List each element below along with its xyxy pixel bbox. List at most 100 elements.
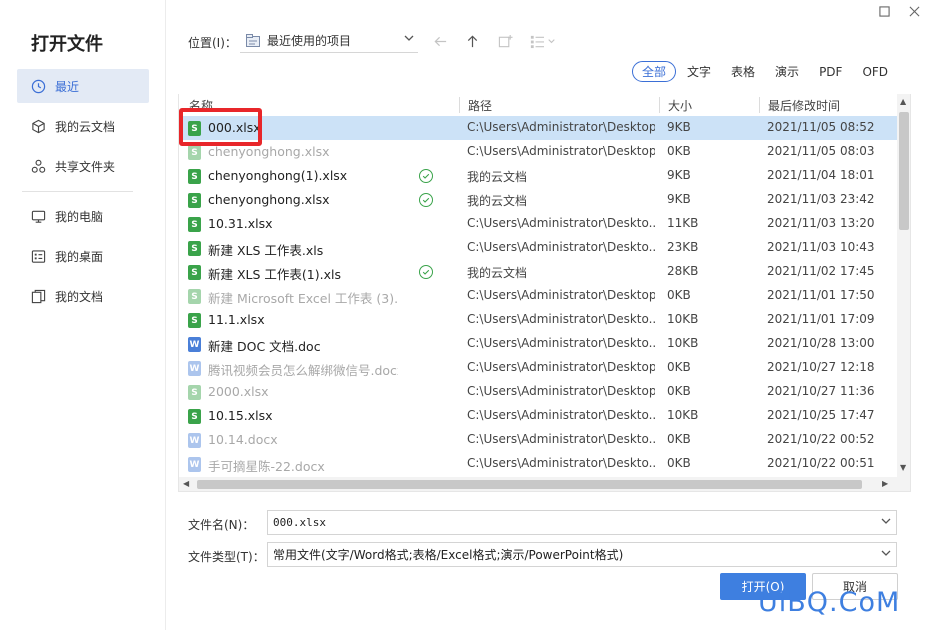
documents-icon bbox=[30, 288, 46, 304]
filename-input[interactable]: 000.xlsx bbox=[267, 510, 897, 535]
view-mode-button[interactable] bbox=[528, 31, 560, 51]
filetype-select[interactable]: 常用文件(文字/Word格式;表格/Excel格式;演示/PowerPoint格… bbox=[267, 542, 897, 567]
excel-sheet-icon: S bbox=[188, 241, 201, 256]
column-header-size[interactable]: 大小 bbox=[668, 97, 692, 114]
file-path: C:\Users\Administrator\Desktop bbox=[467, 360, 655, 374]
scroll-up-icon[interactable]: ▲ bbox=[900, 97, 906, 106]
sidebar-item-cloud-docs[interactable]: 我的云文档 bbox=[17, 109, 149, 143]
scroll-right-icon[interactable]: ▶ bbox=[882, 479, 888, 488]
new-folder-button[interactable] bbox=[495, 31, 515, 51]
excel-sheet-icon: S bbox=[188, 217, 201, 232]
chevron-down-icon[interactable] bbox=[881, 518, 891, 524]
file-row[interactable]: S 新建 XLS 工作表(1).xls 我的云文档 28KB 2021/11/02 17… bbox=[179, 260, 897, 284]
sidebar-item-label: 我的文档 bbox=[55, 289, 104, 304]
sidebar-item-my-documents[interactable]: 我的文档 bbox=[17, 279, 149, 313]
file-size: 10KB bbox=[667, 312, 699, 326]
filter-pdf[interactable]: PDF bbox=[810, 61, 851, 82]
word-doc-icon: W bbox=[188, 337, 201, 352]
column-header-path[interactable]: 路径 bbox=[468, 97, 492, 114]
file-modified: 2021/11/03 10:43 bbox=[767, 240, 875, 254]
file-row[interactable]: S 2000.xlsx C:\Users\Administrator\Desktop… bbox=[179, 380, 897, 404]
file-row[interactable]: Schenyonghong.xlsx C:\Users\Administrator… bbox=[179, 140, 897, 164]
filter-sheet[interactable]: 表格 bbox=[722, 61, 764, 82]
file-row[interactable]: S 10.15.xlsx C:\Users\Administrator\Deskto… bbox=[179, 404, 897, 428]
file-row[interactable]: Schenyonghong.xlsx 我的云文档 9KB 2021/11/03 23:… bbox=[179, 188, 897, 212]
file-path: C:\Users\Administrator\Desktop bbox=[467, 288, 655, 302]
file-size: 28KB bbox=[667, 264, 699, 278]
file-row[interactable]: S 新建 XLS 工作表.xls C:\Users\Administrator\De… bbox=[179, 236, 897, 260]
sidebar: 打开文件 最近 我的云文档 共享文件夹 我的电脑 我的桌面 我的文档 bbox=[0, 0, 166, 630]
location-label: 位置(I)： bbox=[188, 36, 237, 50]
arrow-up-icon bbox=[467, 34, 477, 47]
cloud-synced-check-icon bbox=[419, 169, 433, 183]
file-modified: 2021/11/03 23:42 bbox=[767, 192, 875, 206]
file-path: C:\Users\Administrator\Desktop bbox=[467, 120, 655, 134]
file-row[interactable]: W 10.14.docx C:\Users\Administrator\Deskto… bbox=[179, 428, 897, 452]
monitor-icon bbox=[30, 208, 46, 224]
word-doc-icon: W bbox=[188, 433, 201, 448]
cloud-synced-check-icon bbox=[419, 265, 433, 279]
scroll-left-icon[interactable]: ◀ bbox=[183, 479, 189, 488]
desktop-grid-icon bbox=[30, 248, 46, 264]
file-path: 我的云文档 bbox=[467, 194, 528, 208]
file-size: 0KB bbox=[667, 432, 691, 446]
horizontal-scroll-thumb[interactable] bbox=[197, 480, 862, 489]
dialog-title: 打开文件 bbox=[31, 34, 103, 55]
file-size: 23KB bbox=[667, 240, 699, 254]
maximize-button[interactable] bbox=[876, 3, 892, 19]
filter-text[interactable]: 文字 bbox=[678, 61, 720, 82]
location-dropdown[interactable]: 最近使用的项目 bbox=[240, 29, 418, 53]
file-list: 名称 路径 大小 最后修改时间 S 000.xlsx C:\Users\Admini… bbox=[178, 94, 911, 492]
vertical-scroll-thumb[interactable] bbox=[899, 112, 909, 230]
file-name: 腾讯视频会员怎么解绑微信号.docx bbox=[208, 363, 398, 378]
file-row[interactable]: Schenyonghong(1).xlsx 我的云文档 9KB 2021/11/04 … bbox=[179, 164, 897, 188]
file-name: chenyonghong.xlsx bbox=[208, 192, 330, 207]
file-size: 0KB bbox=[667, 456, 691, 470]
vertical-scrollbar[interactable]: ▲ ▼ bbox=[897, 94, 910, 477]
filter-all[interactable]: 全部 bbox=[632, 61, 677, 82]
excel-sheet-icon: S bbox=[188, 265, 201, 280]
file-modified: 2021/11/01 17:50 bbox=[767, 288, 875, 302]
file-name: chenyonghong.xlsx bbox=[208, 144, 330, 159]
sidebar-item-shared-folder[interactable]: 共享文件夹 bbox=[17, 149, 149, 183]
file-row[interactable]: S 10.31.xlsx C:\Users\Administrator\Deskto… bbox=[179, 212, 897, 236]
file-path: C:\Users\Administrator\Deskto... bbox=[467, 408, 655, 422]
maximize-icon bbox=[878, 5, 890, 17]
excel-sheet-icon: S bbox=[188, 313, 201, 328]
column-divider[interactable] bbox=[759, 97, 760, 113]
sidebar-item-recent[interactable]: 最近 bbox=[17, 69, 149, 103]
file-modified: 2021/10/27 12:18 bbox=[767, 360, 875, 374]
column-header-modified[interactable]: 最后修改时间 bbox=[768, 97, 840, 114]
close-icon bbox=[909, 6, 919, 16]
sidebar-item-my-desktop[interactable]: 我的桌面 bbox=[17, 239, 149, 273]
file-row[interactable]: S 11.1.xlsx C:\Users\Administrator\Deskto.… bbox=[179, 308, 897, 332]
file-modified: 2021/10/22 00:51 bbox=[767, 456, 875, 470]
column-divider[interactable] bbox=[459, 97, 460, 113]
file-path: C:\Users\Administrator\Desktop bbox=[467, 384, 655, 398]
file-row[interactable]: W 腾讯视频会员怎么解绑微信号.docx C:\Users\Administrato… bbox=[179, 356, 897, 380]
word-doc-icon: W bbox=[188, 361, 201, 376]
file-row[interactable]: W 手可摘星陈-22.docx C:\Users\Administrator\Des… bbox=[179, 452, 897, 476]
chevron-down-icon[interactable] bbox=[881, 550, 891, 556]
scroll-down-icon[interactable]: ▼ bbox=[900, 463, 906, 472]
file-modified: 2021/11/01 17:09 bbox=[767, 312, 875, 326]
sidebar-item-my-computer[interactable]: 我的电脑 bbox=[17, 199, 149, 233]
horizontal-scrollbar[interactable]: ◀ ▶ bbox=[179, 477, 910, 491]
file-row[interactable]: S 000.xlsx C:\Users\Administrator\Desktop 9… bbox=[179, 116, 897, 140]
excel-sheet-icon: S bbox=[188, 289, 201, 304]
file-size: 0KB bbox=[667, 288, 691, 302]
file-row[interactable]: S 新建 Microsoft Excel 工作表 (3).... C:\Users\… bbox=[179, 284, 897, 308]
file-row[interactable]: W 新建 DOC 文档.doc C:\Users\Administrator\Des… bbox=[179, 332, 897, 356]
sidebar-item-label: 我的电脑 bbox=[55, 209, 104, 224]
filter-ofd[interactable]: OFD bbox=[853, 61, 897, 82]
file-type-filters: 全部 文字 表格 演示 PDF OFD bbox=[632, 61, 899, 83]
filter-presentation[interactable]: 演示 bbox=[766, 61, 808, 82]
back-button[interactable] bbox=[430, 31, 450, 51]
file-name: 10.31.xlsx bbox=[208, 216, 273, 231]
file-name: 手可摘星陈-22.docx bbox=[208, 459, 325, 474]
filetype-label: 文件类型(T)： bbox=[188, 550, 265, 564]
close-button[interactable] bbox=[906, 3, 922, 19]
column-divider[interactable] bbox=[659, 97, 660, 113]
file-path: C:\Users\Administrator\Desktop bbox=[467, 144, 655, 158]
up-button[interactable] bbox=[462, 31, 482, 51]
